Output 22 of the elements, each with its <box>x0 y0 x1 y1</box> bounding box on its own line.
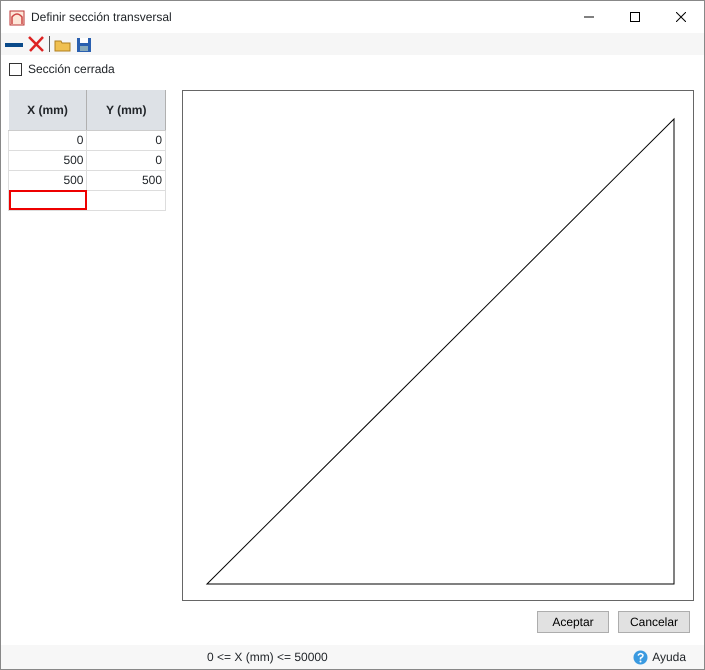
table-cell: 0 <box>86 130 166 150</box>
table-cell: 500 <box>8 150 87 170</box>
column-header[interactable]: Y (mm) <box>86 90 166 130</box>
app-icon <box>9 8 25 26</box>
table-cell: 500 <box>86 170 166 190</box>
help-icon <box>633 648 648 666</box>
input-field[interactable] <box>8 190 87 210</box>
table-cell: 0 <box>86 150 166 170</box>
save-icon[interactable] <box>76 35 92 53</box>
window-title: Definir sección transversal <box>31 9 173 26</box>
help-link[interactable]: Ayuda <box>652 648 686 666</box>
delete-icon[interactable] <box>27 34 45 54</box>
accept-button[interactable]: Aceptar <box>537 611 609 633</box>
maximize-icon <box>630 12 640 22</box>
checkbox[interactable] <box>9 62 22 76</box>
table-cell: 500 <box>8 170 87 190</box>
close-icon <box>676 12 686 22</box>
status-text: 0 <= X (mm) <= 50000 <box>207 649 329 666</box>
column-header[interactable]: X (mm) <box>8 90 87 130</box>
cancel-button[interactable]: Cancelar <box>618 611 690 633</box>
checkbox-label: Sección cerrada <box>28 61 115 78</box>
table-cell: 0 <box>8 130 87 150</box>
